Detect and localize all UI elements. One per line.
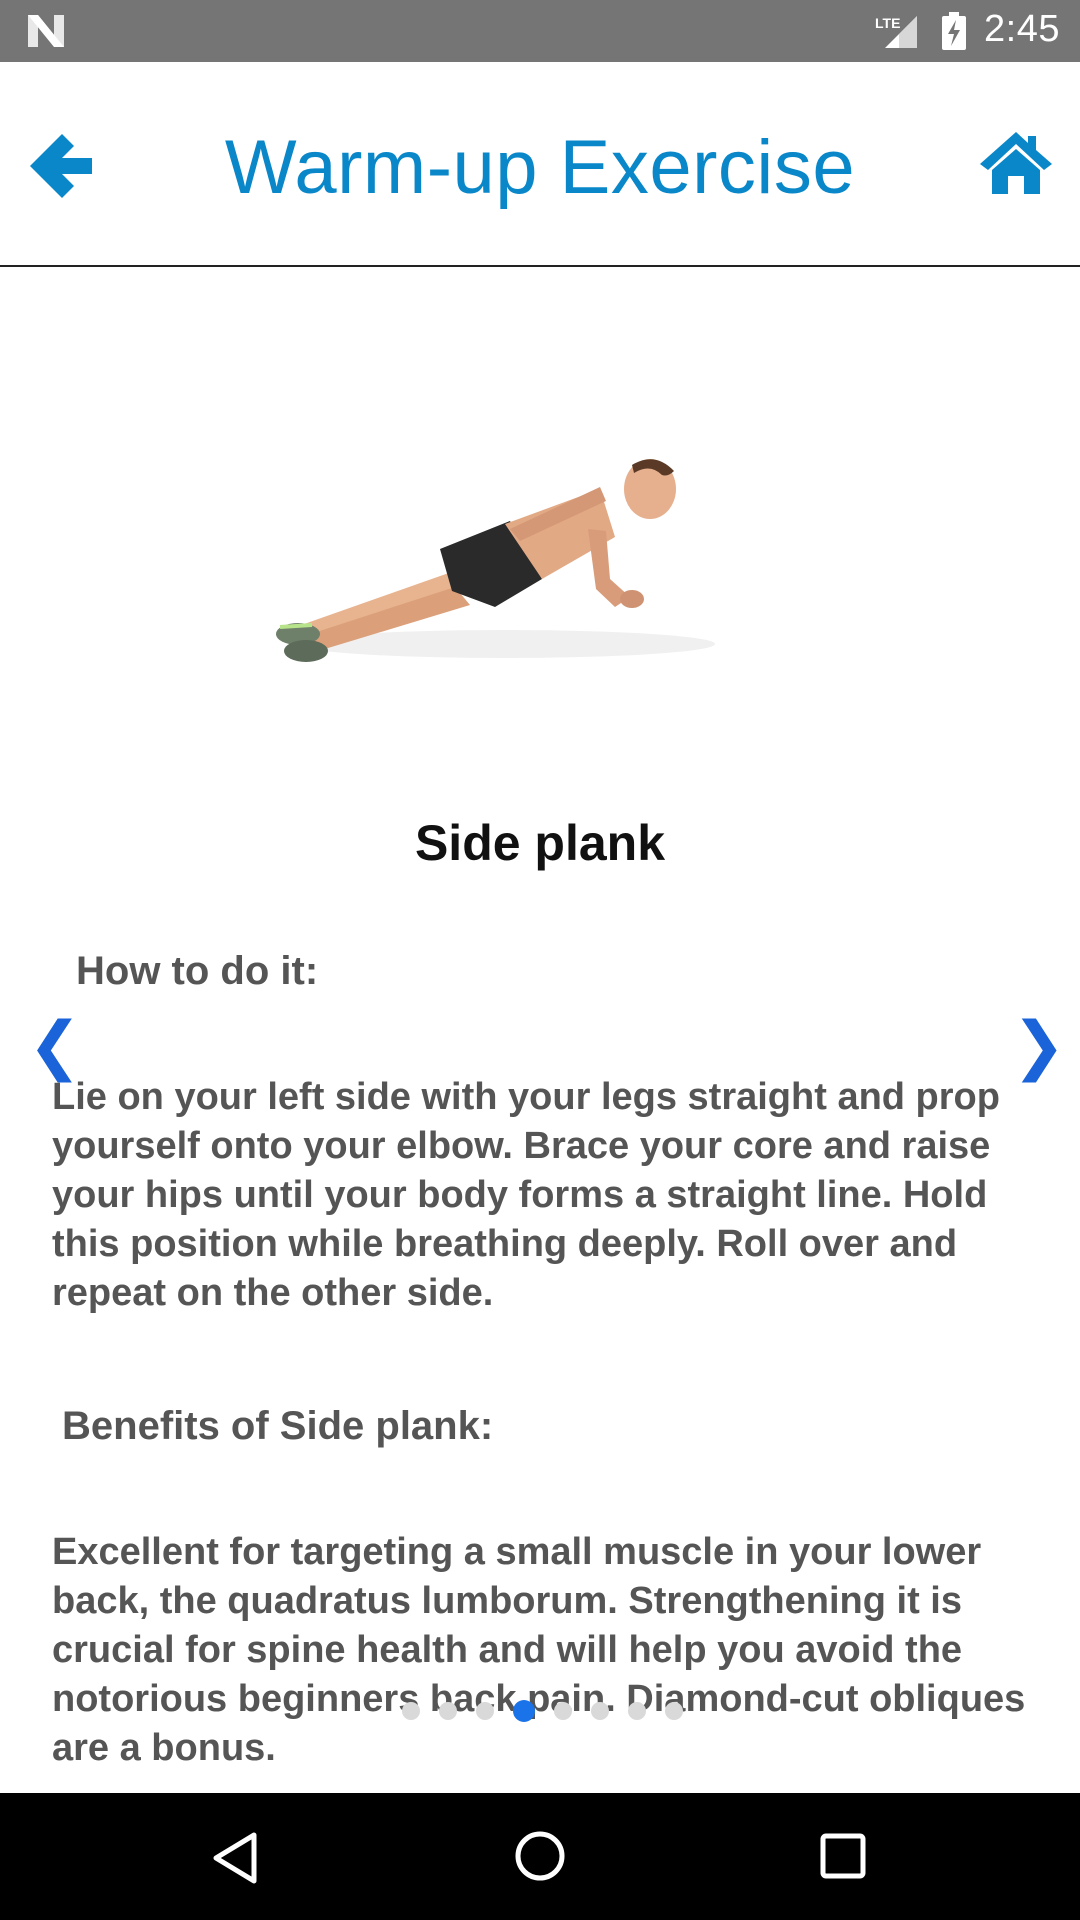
page-dot <box>665 1702 683 1720</box>
battery-charging-icon <box>942 12 966 50</box>
benefits-text: Excellent for targeting a small muscle i… <box>52 1531 1026 1769</box>
page-dot <box>439 1702 457 1720</box>
page-dot <box>554 1702 572 1720</box>
page-indicator <box>402 1699 702 1723</box>
home-icon[interactable] <box>978 130 1054 196</box>
signal-icon: LTE <box>875 15 917 48</box>
app-bar: Warm-up Exercise <box>0 62 1080 267</box>
n-logo-icon <box>28 15 64 47</box>
previous-arrow-button[interactable]: ❮ <box>28 1009 82 1083</box>
page-dot <box>402 1702 420 1720</box>
exercise-detail[interactable]: Side plank How to do it: ❮ ❯ Lie on your… <box>0 269 1080 1793</box>
page-dot <box>591 1702 609 1720</box>
how-to-text: Lie on your left side with your legs str… <box>52 1076 1000 1314</box>
system-nav-bar <box>0 1793 1080 1920</box>
page-dot <box>628 1702 646 1720</box>
status-bar: LTE 2:45 <box>0 0 1080 62</box>
network-type-label: LTE <box>875 15 900 31</box>
benefits-heading: Benefits of Side plank: <box>62 1404 494 1448</box>
nav-back-icon[interactable] <box>212 1831 260 1885</box>
status-time: 2:45 <box>984 8 1060 50</box>
page-dot-active <box>513 1700 535 1722</box>
page-title: Warm-up Exercise <box>224 125 856 210</box>
exercise-name: Side plank <box>414 815 666 871</box>
nav-home-icon[interactable] <box>514 1830 566 1882</box>
side-plank-illustration <box>276 459 715 662</box>
page-dot <box>476 1702 494 1720</box>
how-to-heading: How to do it: <box>76 949 319 993</box>
nav-recents-icon[interactable] <box>820 1833 866 1879</box>
next-arrow-button[interactable]: ❯ <box>1012 1009 1066 1083</box>
